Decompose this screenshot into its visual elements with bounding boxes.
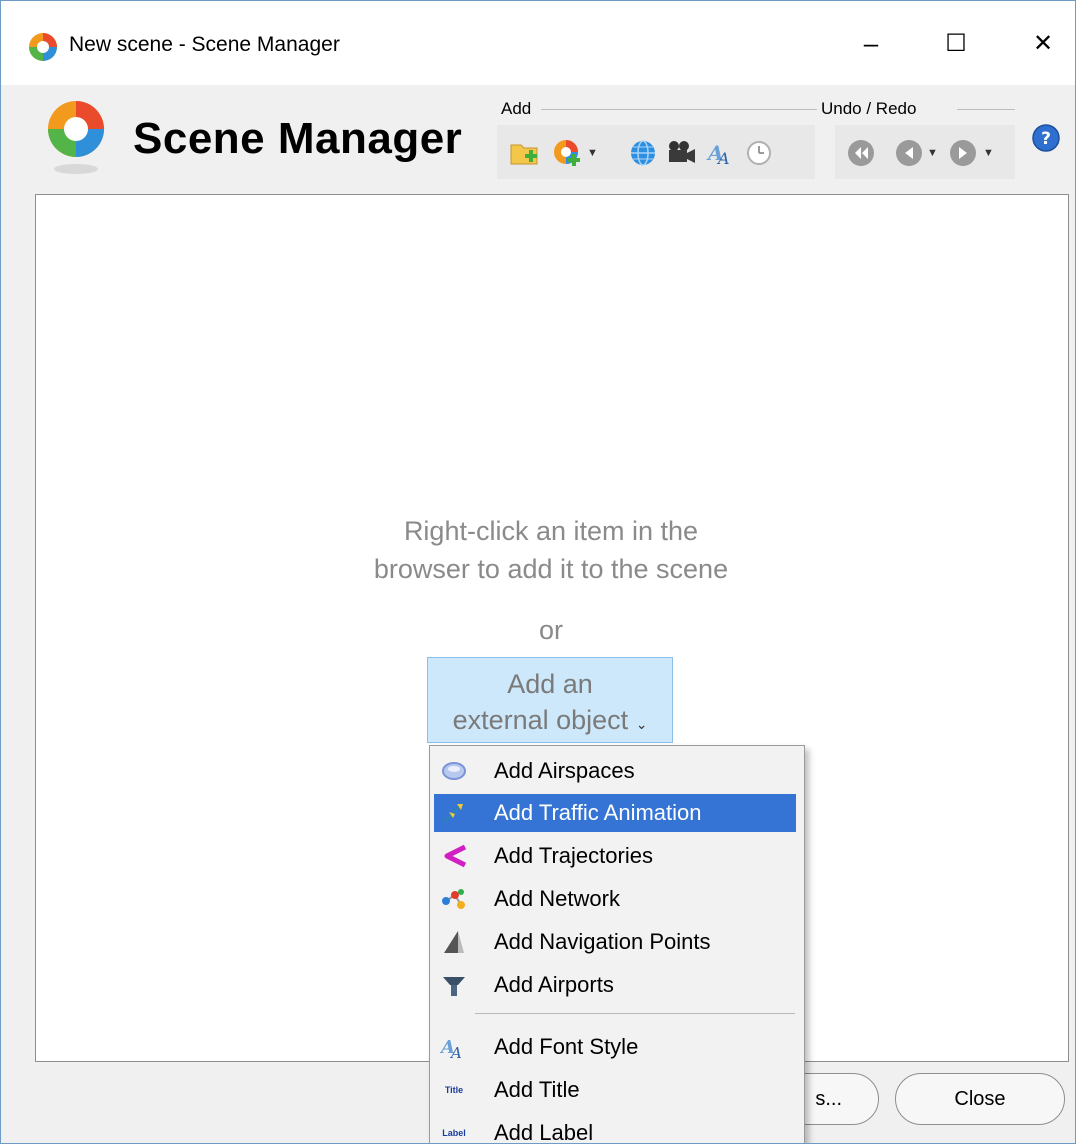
menu-label: Add Network [494,886,620,911]
chevron-down-icon: ⌄ [635,716,648,732]
redo-button[interactable] [945,135,981,171]
add-folder-button[interactable] [507,135,543,171]
add-group-divider [541,109,817,110]
undo-group-label: Undo / Redo [821,99,917,118]
window-title: New scene - Scene Manager [69,33,340,56]
add-object-dropdown-icon[interactable]: ▼ [587,147,598,159]
rewind-icon [848,140,874,166]
external-object-menu: Add Airspaces Add Traffic Animation Add … [429,745,805,1144]
redo-icon [950,140,976,166]
add-font-style-button[interactable]: A A [703,135,739,171]
menu-label: Add Airports [494,972,614,997]
clock-icon [747,141,771,165]
external-button-line-1: Add an [507,669,593,699]
title-bar: New scene - Scene Manager – ☐ ✕ [1,1,1075,85]
menu-item-add-title[interactable]: Title Add Title [434,1071,796,1109]
menu-separator [475,1013,795,1014]
external-button-line-2: external object [452,705,629,735]
hint-line-2: browser to add it to the scene [373,554,729,584]
undo-dropdown-icon[interactable]: ▼ [927,147,938,159]
menu-label: Add Label [494,1120,594,1144]
help-icon[interactable]: ? [1031,123,1061,153]
add-clock-button[interactable] [741,135,777,171]
maximize-button[interactable]: ☐ [926,21,986,65]
airports-icon [440,971,468,999]
navigation-points-icon [440,928,468,956]
rewind-button[interactable] [843,135,879,171]
title-icon: Title [444,1085,464,1095]
menu-item-add-label[interactable]: Label Add Label [434,1114,796,1144]
undo-button[interactable] [891,135,927,171]
redo-dropdown-icon[interactable]: ▼ [983,147,994,159]
menu-item-add-trajectories[interactable]: Add Trajectories [434,837,796,875]
add-camera-button[interactable] [663,135,699,171]
hint-line-1: Right-click an item in the [403,516,699,546]
menu-item-add-airspaces[interactable]: Add Airspaces [434,752,796,790]
scene-manager-logo-icon [48,101,104,174]
app-title: Scene Manager [133,114,463,163]
svg-text:A: A [716,149,730,168]
close-button-label: Close [954,1087,1006,1110]
svg-text:A: A [449,1044,462,1061]
camera-icon [669,141,695,163]
menu-label: Add Traffic Animation [494,800,702,825]
menu-label: Add Title [494,1077,580,1102]
undo-icon [896,140,922,166]
menu-label: Add Navigation Points [494,929,711,954]
add-external-object-button[interactable]: Add an external object ⌄ [427,657,673,743]
scene-manager-window: New scene - Scene Manager – ☐ ✕ Scene Ma… [0,0,1076,1144]
menu-item-add-navigation-points[interactable]: Add Navigation Points [434,923,796,961]
network-icon [440,885,468,913]
label-icon: Label [442,1128,466,1138]
menu-item-add-airports[interactable]: Add Airports [434,966,796,1004]
undo-redo-toolbar: ▼ ▼ [835,125,1015,179]
trajectories-icon [440,842,468,870]
airspaces-icon [440,757,468,785]
undo-group-divider [957,109,1015,110]
app-logo-icon [29,33,57,61]
close-button[interactable]: Close [895,1073,1065,1125]
add-object-icon [554,140,580,166]
menu-item-add-font-style[interactable]: AA Add Font Style [434,1028,796,1066]
menu-label: Add Trajectories [494,843,653,868]
traffic-animation-icon [440,799,468,827]
menu-label: Add Font Style [494,1034,639,1059]
add-globe-button[interactable] [625,135,661,171]
options-button-label: s... [815,1087,842,1110]
add-toolbar: ▼ A A [497,125,815,179]
font-style-icon: AA [440,1033,468,1061]
menu-label: Add Airspaces [494,758,635,783]
svg-text:?: ? [1041,129,1051,149]
font-style-icon: A A [706,141,730,168]
close-window-button[interactable]: ✕ [1013,21,1073,65]
hint-or: or [538,615,563,645]
menu-item-add-network[interactable]: Add Network [434,880,796,918]
add-group-label: Add [501,99,532,118]
add-folder-icon [510,144,538,165]
globe-icon [631,140,655,166]
minimize-button[interactable]: – [841,21,901,65]
add-object-button[interactable] [549,135,585,171]
menu-item-add-traffic-animation[interactable]: Add Traffic Animation [434,794,796,832]
